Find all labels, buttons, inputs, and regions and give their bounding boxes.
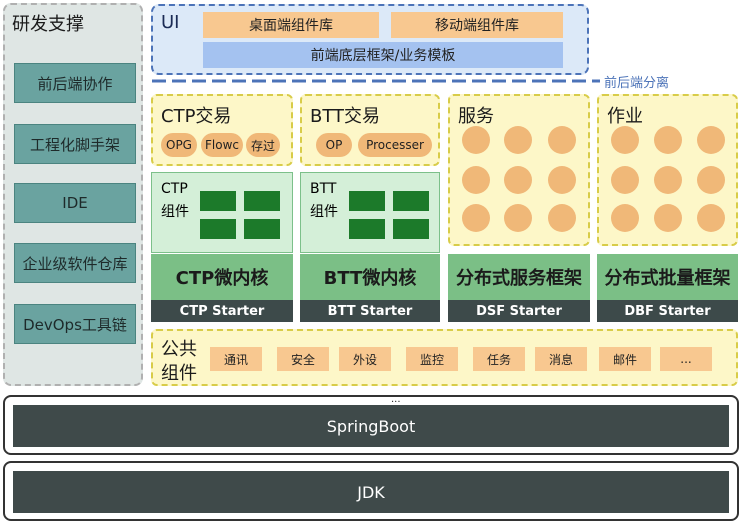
common-item-task: 任务 xyxy=(473,347,525,371)
ctp-component-panel: CTP 组件 xyxy=(151,172,293,253)
job-unit-circle xyxy=(611,126,639,154)
service-unit-circle xyxy=(548,204,576,232)
btt-component-label-1: BTT xyxy=(310,181,337,197)
frontend-base-framework: 前端底层框架/业务模板 xyxy=(203,42,563,68)
dsf-starter: DSF Starter xyxy=(448,300,590,322)
frontend-backend-separator-line xyxy=(152,79,600,83)
tool-devops-chain: DevOps工具链 xyxy=(14,304,136,344)
job-unit-circle xyxy=(697,166,725,194)
btt-trade-panel: BTT交易 OP Processer xyxy=(300,94,440,166)
ui-label: UI xyxy=(161,12,180,33)
btt-component-block xyxy=(349,191,385,211)
ctp-component-label-1: CTP xyxy=(161,181,188,197)
service-unit-circle xyxy=(548,166,576,194)
ctp-component-label-2: 组件 xyxy=(161,204,189,220)
ctp-microkernel: CTP微内核 xyxy=(151,254,293,300)
tool-artifact-repo: 企业级软件仓库 xyxy=(14,243,136,283)
common-item-monitoring: 监控 xyxy=(406,347,458,371)
common-label-2: 组件 xyxy=(161,363,197,384)
tool-ide: IDE xyxy=(14,183,136,223)
ctp-pill-opg: OPG xyxy=(161,133,197,157)
service-unit-circle xyxy=(548,126,576,154)
service-unit-circle xyxy=(504,126,532,154)
ctp-pill-stored-proc: 存过 xyxy=(246,133,280,157)
job-unit-circle xyxy=(697,126,725,154)
common-item-more: ... xyxy=(660,347,712,371)
distributed-batch-framework: 分布式批量框架 xyxy=(597,254,738,300)
tool-frontend-backend-collab: 前后端协作 xyxy=(14,63,136,103)
mobile-component-lib: 移动端组件库 xyxy=(391,12,563,38)
job-panel: 作业 xyxy=(597,94,738,246)
ctp-component-block xyxy=(244,191,280,211)
ctp-component-block xyxy=(200,191,236,211)
common-item-peripheral: 外设 xyxy=(339,347,391,371)
common-item-communication: 通讯 xyxy=(210,347,262,371)
jdk-layer: JDK xyxy=(3,461,739,521)
ctp-trade-panel: CTP交易 OPG Flowc 存过 xyxy=(151,94,293,166)
ctp-pill-flowc: Flowc xyxy=(201,133,243,157)
btt-component-label-2: 组件 xyxy=(310,204,338,220)
btt-starter: BTT Starter xyxy=(300,300,440,322)
ctp-component-block xyxy=(244,219,280,239)
ctp-trade-title: CTP交易 xyxy=(161,106,232,127)
job-unit-circle xyxy=(697,204,725,232)
job-unit-circle xyxy=(654,126,682,154)
service-title: 服务 xyxy=(458,106,494,127)
btt-microkernel: BTT微内核 xyxy=(300,254,440,300)
ui-layer-panel: UI 桌面端组件库 移动端组件库 前端底层框架/业务模板 xyxy=(151,4,589,75)
btt-pill-op: OP xyxy=(316,133,352,157)
dev-support-panel: 研发支撑 前后端协作 工程化脚手架 IDE 企业级软件仓库 DevOps工具链 xyxy=(3,3,143,386)
btt-component-block xyxy=(393,219,429,239)
dbf-starter: DBF Starter xyxy=(597,300,738,322)
job-unit-circle xyxy=(654,166,682,194)
service-panel: 服务 xyxy=(448,94,590,246)
desktop-component-lib: 桌面端组件库 xyxy=(203,12,379,38)
ctp-component-block xyxy=(200,219,236,239)
springboot-layer: ... SpringBoot xyxy=(3,394,739,455)
ctp-starter: CTP Starter xyxy=(151,300,293,322)
service-unit-circle xyxy=(462,166,490,194)
jdk-bar: JDK xyxy=(13,471,729,513)
common-components-panel: 公共 组件 通讯 安全 外设 监控 任务 消息 邮件 ... xyxy=(151,329,738,386)
distributed-service-framework: 分布式服务框架 xyxy=(448,254,590,300)
btt-trade-title: BTT交易 xyxy=(310,106,381,127)
service-unit-circle xyxy=(504,166,532,194)
job-unit-circle xyxy=(611,166,639,194)
btt-component-block xyxy=(349,219,385,239)
btt-pill-processer: Processer xyxy=(358,133,432,157)
dev-support-title: 研发支撑 xyxy=(12,14,84,35)
service-unit-circle xyxy=(504,204,532,232)
service-unit-circle xyxy=(462,126,490,154)
service-unit-circle xyxy=(462,204,490,232)
tool-scaffold: 工程化脚手架 xyxy=(14,124,136,164)
springboot-dots: ... xyxy=(391,394,401,405)
common-item-message: 消息 xyxy=(535,347,587,371)
btt-component-panel: BTT 组件 xyxy=(300,172,440,253)
common-item-mail: 邮件 xyxy=(599,347,651,371)
springboot-bar: SpringBoot xyxy=(13,405,729,447)
common-label-1: 公共 xyxy=(161,339,197,360)
separator-label: 前后端分离 xyxy=(604,76,670,91)
btt-component-block xyxy=(393,191,429,211)
common-item-security: 安全 xyxy=(277,347,329,371)
job-title: 作业 xyxy=(607,106,643,127)
job-unit-circle xyxy=(611,204,639,232)
job-unit-circle xyxy=(654,204,682,232)
